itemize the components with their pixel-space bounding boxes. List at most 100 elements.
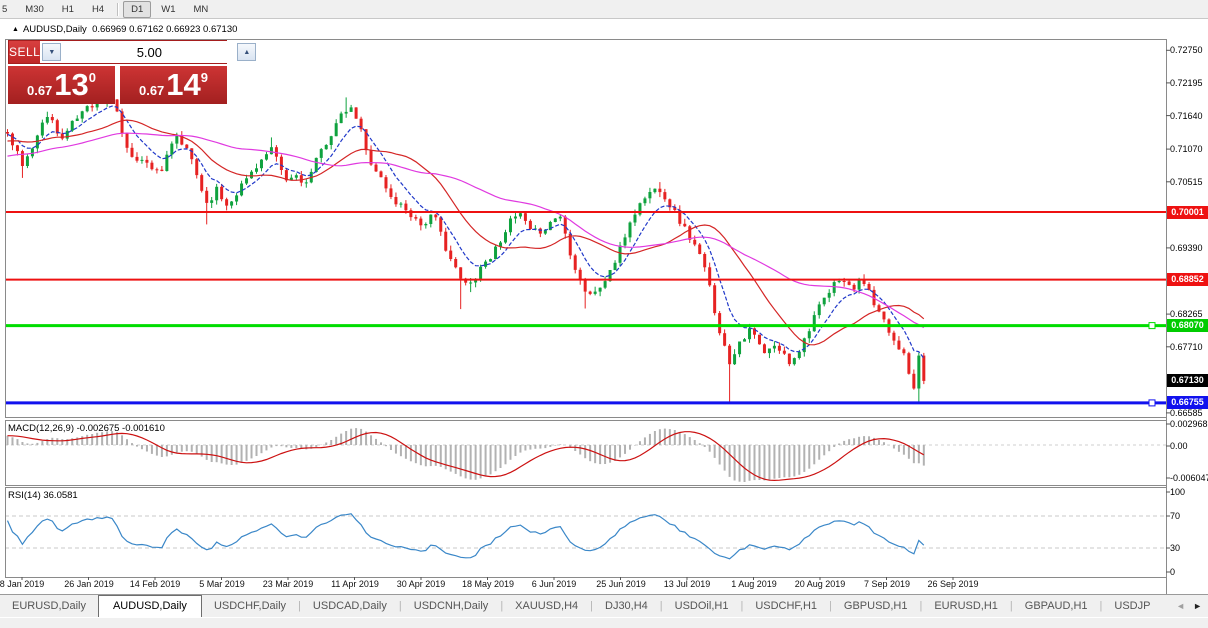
open-value: 0.66969	[92, 24, 126, 35]
candle-body	[11, 134, 14, 146]
candle-body	[514, 217, 517, 219]
timeframe-button-5[interactable]: 5	[0, 1, 15, 18]
candle-body	[619, 246, 622, 263]
tab-audusd-daily[interactable]: AUDUSD,Daily	[98, 595, 202, 618]
candle-body	[559, 217, 562, 219]
chart-window: ▲AUDUSD,Daily 0.66969 0.67162 0.66923 0.…	[0, 19, 1208, 594]
candle-body	[165, 155, 168, 171]
date-label: 1 Aug 2019	[731, 579, 777, 589]
candle-body	[195, 159, 198, 175]
hline-objects[interactable]	[5, 212, 1166, 406]
candle-body	[723, 333, 726, 346]
price-badge-0.68070: 0.68070	[1167, 319, 1208, 332]
tabs-scroll-left-icon[interactable]: ◄	[1176, 601, 1185, 611]
volume-increase-button[interactable]: ▲	[237, 43, 256, 61]
tab-gbpusd-h1[interactable]: GBPUSD,H1	[832, 596, 920, 617]
candle-body	[833, 282, 836, 293]
candle-body	[71, 121, 74, 131]
tab-eurusd-h1[interactable]: EURUSD,H1	[922, 596, 1010, 617]
spinner-down-icon: ▼	[48, 49, 55, 56]
candle-body	[778, 346, 781, 351]
timeframe-button-w1[interactable]: W1	[153, 1, 183, 18]
collapse-icon[interactable]: ▲	[12, 26, 19, 33]
price-badge-0.70001: 0.70001	[1167, 206, 1208, 219]
sell-price-panel[interactable]: 0.67 13 0	[8, 66, 115, 104]
tab-usdchf-daily[interactable]: USDCHF,Daily	[202, 596, 298, 617]
tabs-scroll-right-icon[interactable]: ►	[1193, 601, 1202, 611]
candle-body	[658, 189, 661, 192]
timeframe-button-h4[interactable]: H4	[84, 1, 112, 18]
tab-usdchf-h1[interactable]: USDCHF,H1	[743, 596, 829, 617]
candle-body	[424, 224, 427, 225]
candle-body	[81, 111, 84, 118]
candle-body	[389, 188, 392, 197]
candle-body	[255, 168, 258, 172]
volume-input[interactable]	[61, 43, 237, 61]
candle-body	[449, 251, 452, 259]
candle-body	[728, 346, 731, 365]
candle-body	[703, 254, 706, 267]
sell-price-pipette: 0	[89, 70, 96, 85]
tab-usdcad-daily[interactable]: USDCAD,Daily	[301, 596, 399, 617]
candle-body	[783, 351, 786, 354]
timeframe-button-h1[interactable]: H1	[54, 1, 82, 18]
tab-dj30-h4[interactable]: DJ30,H4	[593, 596, 660, 617]
date-label: 26 Sep 2019	[927, 579, 978, 589]
tab-usdoil-h1[interactable]: USDOil,H1	[663, 596, 741, 617]
tab-usdcnh-daily[interactable]: USDCNH,Daily	[402, 596, 501, 617]
candle-body	[519, 213, 522, 216]
buy-price-panel[interactable]: 0.67 14 9	[120, 66, 227, 104]
symbol-label: AUDUSD,Daily	[23, 24, 87, 35]
timeframe-button-d1[interactable]: D1	[123, 1, 151, 18]
hline-handle[interactable]	[1149, 400, 1155, 406]
candle-body	[131, 148, 134, 157]
date-label: 18 May 2019	[462, 579, 514, 589]
price-tick-label: 0.70515	[1170, 177, 1203, 187]
spinner-up-icon: ▲	[243, 49, 250, 56]
tab-xauusd-h4[interactable]: XAUUSD,H4	[503, 596, 590, 617]
candle-body	[788, 354, 791, 365]
candle-body	[380, 171, 383, 177]
candle-body	[365, 129, 368, 150]
candle-body	[858, 279, 861, 289]
hline-handle[interactable]	[1149, 323, 1155, 329]
sell-button[interactable]: SELL	[9, 41, 40, 63]
candle-body	[818, 304, 821, 315]
buy-price-big: 14	[166, 70, 200, 100]
timeframe-button-m30[interactable]: M30	[17, 1, 51, 18]
candle-body	[185, 145, 188, 149]
candle-body	[86, 106, 89, 111]
buy-button[interactable]: BUY	[258, 41, 284, 63]
macd-axis-label: 0.00	[1170, 441, 1188, 451]
candle-body	[76, 119, 79, 121]
ma-line-8	[8, 106, 924, 358]
candle-body	[848, 282, 851, 285]
candle-body	[434, 215, 437, 218]
candle-body	[345, 112, 348, 114]
tab-usdjp[interactable]: USDJP	[1102, 596, 1162, 617]
candle-body	[265, 154, 268, 159]
candle-body	[524, 213, 527, 221]
tab-gbpaud-h1[interactable]: GBPAUD,H1	[1013, 596, 1100, 617]
volume-decrease-button[interactable]: ▼	[42, 43, 61, 61]
candle-body	[325, 145, 328, 149]
macd-axis-label: -0.006047	[1170, 473, 1208, 483]
candle-body	[375, 165, 378, 172]
timeframe-button-mn[interactable]: MN	[186, 1, 217, 18]
candle-body	[300, 175, 303, 182]
candles-layer	[6, 90, 925, 402]
candle-body	[798, 352, 801, 358]
candle-body	[653, 189, 656, 192]
candle-body	[225, 199, 228, 205]
rsi-axis-label: 100	[1170, 487, 1185, 497]
candle-body	[693, 240, 696, 245]
candle-body	[260, 160, 263, 169]
tab-eurusd-daily[interactable]: EURUSD,Daily	[0, 596, 98, 617]
candle-body	[350, 107, 353, 112]
candle-body	[902, 349, 905, 353]
symbol-tab-bar: EURUSD,DailyAUDUSD,DailyUSDCHF,Daily|USD…	[0, 594, 1208, 617]
candle-body	[51, 117, 54, 120]
date-label: 23 Mar 2019	[263, 579, 314, 589]
buy-price-pipette: 9	[201, 70, 208, 85]
candle-body	[574, 255, 577, 270]
